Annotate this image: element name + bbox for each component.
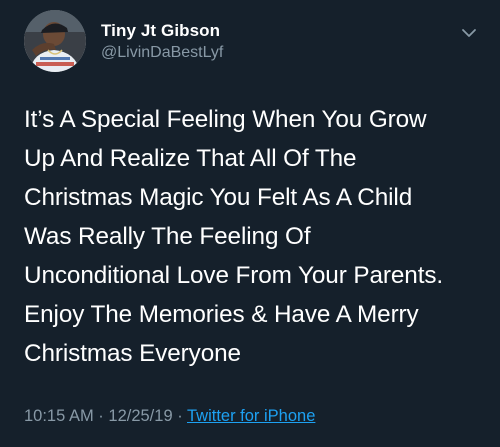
tweet-text-line: Christmas Everyone xyxy=(24,340,241,367)
avatar[interactable] xyxy=(24,10,86,72)
meta-separator: · xyxy=(172,407,187,425)
tweet-card: Tiny Jt Gibson @LivinDaBestLyf It’s A Sp… xyxy=(0,0,500,447)
tweet-text-line: Christmas Magic You Felt As A Child xyxy=(24,184,413,211)
tweet-text-line: Was Really The Feeling Of xyxy=(24,223,311,250)
chevron-down-icon[interactable] xyxy=(458,22,480,44)
user-handle[interactable]: @LivinDaBestLyf xyxy=(101,42,223,64)
tweet-source-link[interactable]: Twitter for iPhone xyxy=(187,407,315,425)
tweet-text-line: Enjoy The Memories & Have A Merry xyxy=(24,301,419,328)
tweet-text-line: Unconditional Love From Your Parents. xyxy=(24,262,444,289)
tweet-author[interactable]: Tiny Jt Gibson @LivinDaBestLyf xyxy=(101,20,223,64)
tweet-text: It’s A Special Feeling When You Grow Up … xyxy=(24,100,484,373)
display-name[interactable]: Tiny Jt Gibson xyxy=(101,20,223,41)
tweet-metadata: 10:15 AM · 12/25/19 · Twitter for iPhone xyxy=(24,405,315,427)
avatar-image xyxy=(24,10,86,72)
tweet-time: 10:15 AM xyxy=(24,407,94,425)
tweet-text-line: Up And Realize That All Of The xyxy=(24,145,357,172)
tweet-date: 12/25/19 xyxy=(108,407,173,425)
meta-separator: · xyxy=(93,407,109,425)
tweet-text-line: It’s A Special Feeling When You Grow xyxy=(24,106,427,133)
